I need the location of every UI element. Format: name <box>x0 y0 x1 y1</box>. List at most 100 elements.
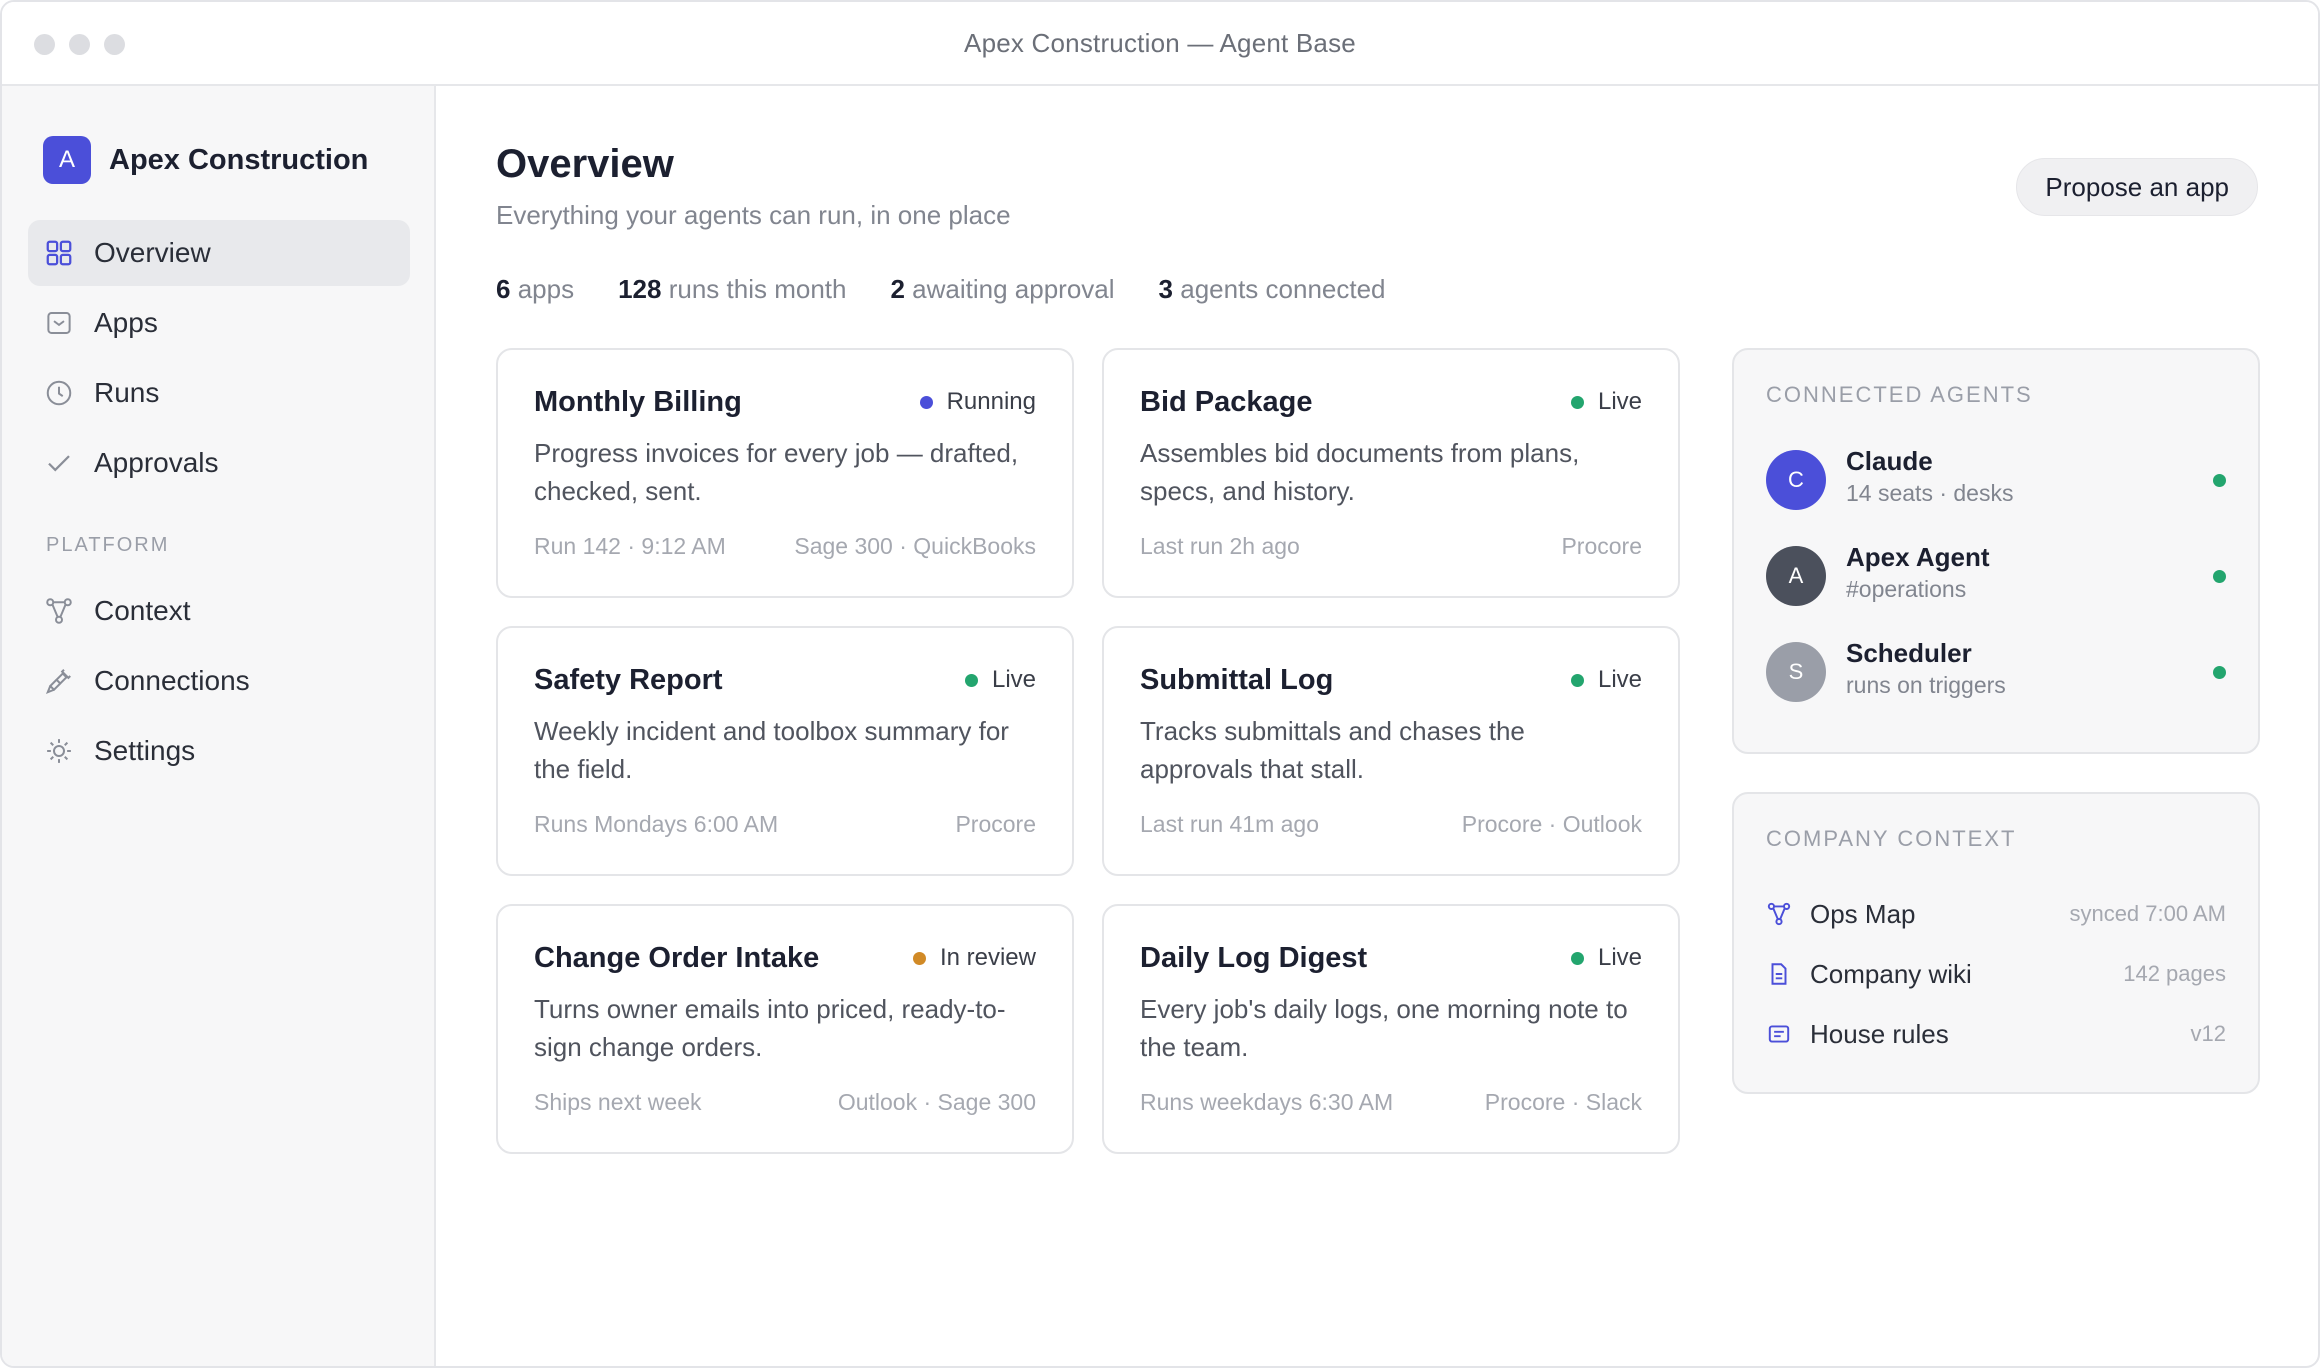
connected-agents-panel: CONNECTED AGENTS C Claude 14 seats · des… <box>1732 348 2260 754</box>
sidebar-item-label: Connections <box>94 665 250 696</box>
sidebar-item-apps[interactable]: Apps <box>28 290 410 356</box>
online-indicator <box>2213 666 2226 679</box>
agent-detail: #operations <box>1846 576 1967 602</box>
app-window: Apex Construction — Agent Base A Apex Co… <box>0 0 2320 1368</box>
page-subtitle: Everything your agents can run, in one p… <box>496 200 1011 230</box>
agent-detail: 14 seats · desks <box>1846 480 2014 506</box>
status-badge: Live <box>1570 944 1642 972</box>
app-integrations: Procore <box>1561 533 1642 559</box>
workspace-logo: A <box>43 136 91 184</box>
sidebar-item-settings[interactable]: Settings <box>28 718 410 784</box>
app-card[interactable]: Daily Log Digest Live Every job's daily … <box>1102 904 1680 1154</box>
primary-nav: Overview Apps Runs Approvals <box>28 220 410 500</box>
note-icon <box>1768 1025 1790 1043</box>
sidebar-item-label: Overview <box>94 237 211 268</box>
status-badge: Live <box>964 666 1036 694</box>
sidebar-item-label: Runs <box>94 377 160 408</box>
app-title: Submittal Log <box>1140 664 1334 696</box>
stat-agents: 3 agents connected <box>1158 274 1386 304</box>
graph-icon <box>1767 902 1791 926</box>
status-dot <box>1570 951 1584 965</box>
app-run-info: Ships next week <box>534 1089 702 1115</box>
stat-runs: 128 runs this month <box>618 274 847 304</box>
window-title: Apex Construction — Agent Base <box>964 28 1356 58</box>
panel-heading: CONNECTED AGENTS <box>1766 382 2033 407</box>
app-title: Safety Report <box>534 664 723 696</box>
app-integrations: Procore · Outlook <box>1461 811 1642 837</box>
avatar: A <box>1766 546 1826 606</box>
app-integrations: Sage 300 · QuickBooks <box>794 533 1036 559</box>
sidebar-item-connections[interactable]: Connections <box>28 648 410 714</box>
app-run-info: Runs weekdays 6:30 AM <box>1140 1089 1394 1115</box>
context-item-name: House rules <box>1810 1018 1949 1049</box>
sidebar-item-runs[interactable]: Runs <box>28 360 410 426</box>
sidebar-item-label: Approvals <box>94 447 219 478</box>
stat-approvals: 2 awaiting approval <box>890 274 1115 304</box>
app-description: Assembles bid documents from plans, spec… <box>1140 438 1580 506</box>
status-badge: Running <box>919 388 1036 416</box>
app-description: Progress invoices for every job — drafte… <box>534 438 1019 506</box>
app-run-info: Last run 41m ago <box>1140 811 1320 837</box>
context-item-meta: 142 pages <box>2123 961 2226 986</box>
online-indicator <box>2213 570 2226 583</box>
platform-section-label: PLATFORM <box>46 534 170 556</box>
sidebar-item-approvals[interactable]: Approvals <box>28 430 410 496</box>
context-item-company-wiki[interactable]: Company wiki 142 pages <box>1766 954 2226 994</box>
workspace-brand[interactable]: A Apex Construction <box>43 136 368 184</box>
app-card[interactable]: Safety Report Live Weekly incident and t… <box>496 626 1074 876</box>
context-item-meta: synced 7:00 AM <box>2069 901 2226 926</box>
app-card[interactable]: Submittal Log Live Tracks submittals and… <box>1102 626 1680 876</box>
app-description: Every job's daily logs, one morning note… <box>1140 994 1628 1062</box>
agent-detail: runs on triggers <box>1846 672 2006 698</box>
app-run-info: Last run 2h ago <box>1140 533 1300 559</box>
app-description: Weekly incident and toolbox summary for … <box>534 716 1009 784</box>
context-item-house-rules[interactable]: House rules v12 <box>1766 1014 2226 1054</box>
summary-stats: 6 apps 128 runs this month 2 awaiting ap… <box>496 274 1386 305</box>
agent-row[interactable]: A Apex Agent #operations <box>1766 542 2226 610</box>
context-item-ops-map[interactable]: Ops Map synced 7:00 AM <box>1766 894 2226 934</box>
app-run-info: Runs Mondays 6:00 AM <box>534 811 779 837</box>
online-indicator <box>2213 474 2226 487</box>
app-title: Change Order Intake <box>534 942 820 974</box>
status-dot <box>964 673 978 687</box>
status-dot <box>919 395 933 409</box>
status-dot <box>1570 673 1584 687</box>
sidebar-item-label: Settings <box>94 735 196 766</box>
propose-app-button[interactable]: Propose an app <box>2016 158 2258 216</box>
agent-row[interactable]: S Scheduler runs on triggers <box>1766 638 2226 706</box>
sidebar-item-label: Apps <box>94 307 158 338</box>
stat-apps: 6 apps <box>496 274 575 304</box>
app-description: Tracks submittals and chases the approva… <box>1140 716 1525 784</box>
platform-nav: Context Connections Settings <box>28 578 410 788</box>
app-card[interactable]: Monthly Billing Running Progress invoice… <box>496 348 1074 598</box>
context-item-meta: v12 <box>2190 1021 2226 1046</box>
graph-icon <box>46 598 72 624</box>
workspace-name: Apex Construction <box>109 143 369 176</box>
company-context-panel: COMPANY CONTEXT Ops Map synced 7:00 AM C… <box>1732 792 2260 1094</box>
app-card[interactable]: Bid Package Live Assembles bid documents… <box>1102 348 1680 598</box>
sidebar-item-context[interactable]: Context <box>28 578 410 644</box>
page-title: Overview <box>496 142 674 186</box>
agent-name: Apex Agent <box>1846 542 1990 572</box>
status-dot <box>1570 395 1584 409</box>
app-title: Bid Package <box>1140 386 1313 418</box>
panel-heading: COMPANY CONTEXT <box>1766 826 2017 851</box>
clock-icon <box>46 380 72 406</box>
grid-icon <box>46 240 72 266</box>
status-dot <box>912 951 926 965</box>
app-title: Daily Log Digest <box>1140 942 1368 974</box>
app-run-info: Run 142 · 9:12 AM <box>534 533 726 559</box>
app-title: Monthly Billing <box>534 386 742 418</box>
avatar: S <box>1766 642 1826 702</box>
sidebar-item-overview[interactable]: Overview <box>28 220 410 286</box>
agent-name: Claude <box>1846 446 1933 476</box>
status-badge: In review <box>912 944 1036 972</box>
app-description: Turns owner emails into priced, ready-to… <box>534 994 1006 1062</box>
context-item-name: Company wiki <box>1810 958 1972 989</box>
app-integrations: Outlook · Sage 300 <box>837 1089 1036 1115</box>
agent-name: Scheduler <box>1846 638 1972 668</box>
agent-row[interactable]: C Claude 14 seats · desks <box>1766 446 2226 514</box>
main-content: Overview Everything your agents can run,… <box>436 86 2318 1366</box>
app-card[interactable]: Change Order Intake In review Turns owne… <box>496 904 1074 1154</box>
status-badge: Live <box>1570 388 1642 416</box>
